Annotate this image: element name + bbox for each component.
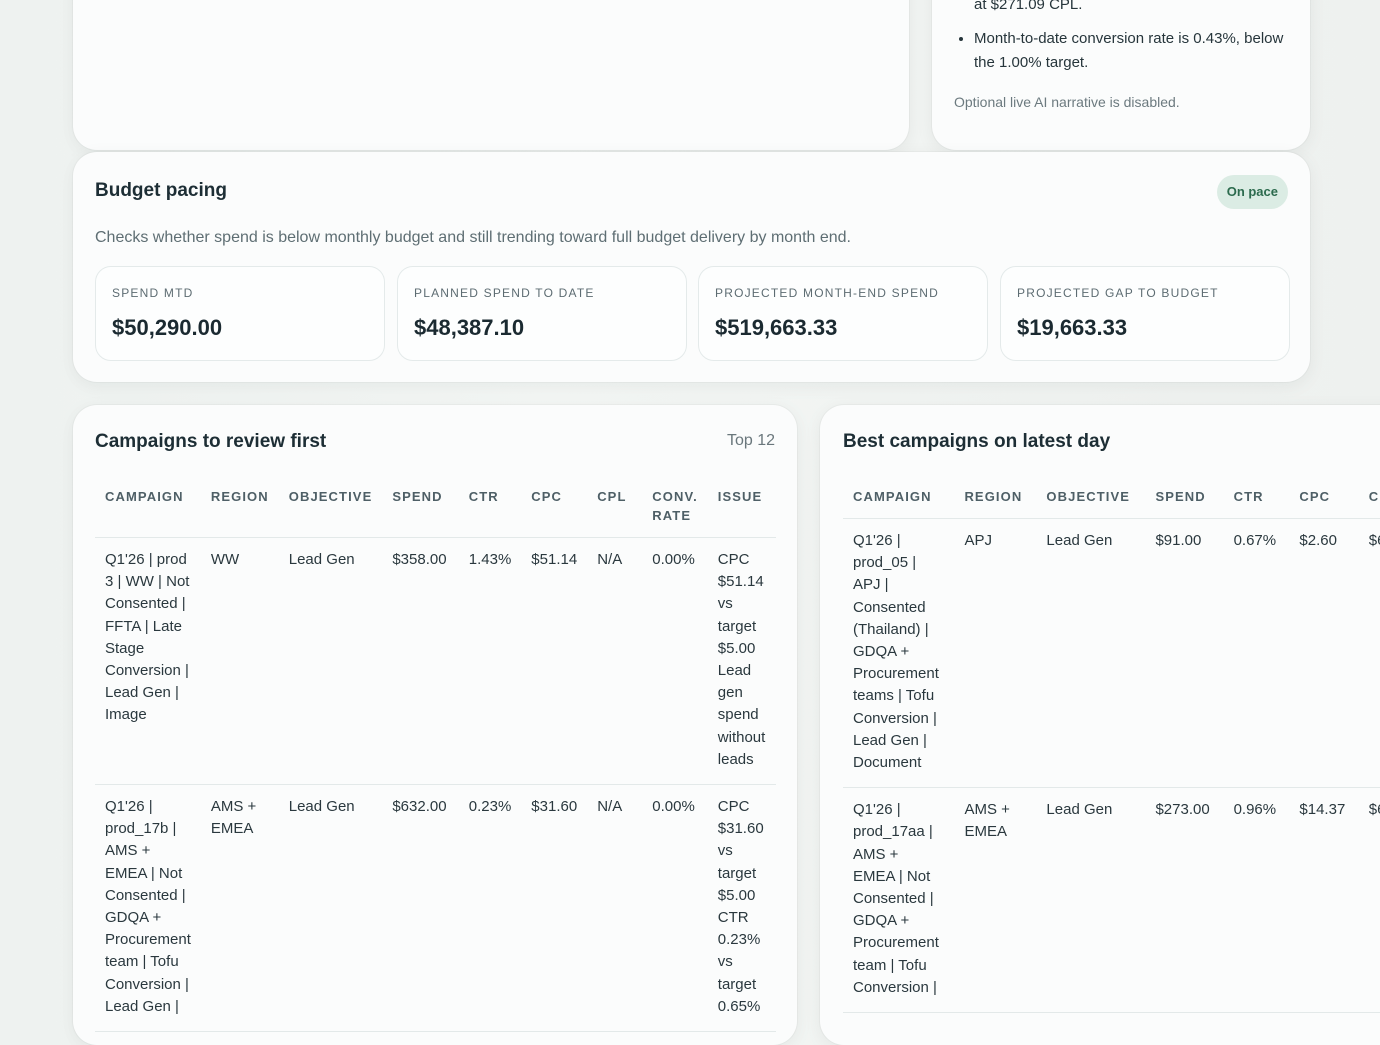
table-row[interactable]: Q1'26 | prod_17aa | AMS + EMEA | Not Con… [843, 787, 1380, 1014]
cell-conv-rate: 0.00% [642, 537, 708, 786]
metric-value: $19,663.33 [1017, 315, 1128, 340]
column-header[interactable]: SPEND [382, 477, 459, 538]
cell-objective: Lead Gen [278, 537, 383, 786]
cell-objective: Lead Gen [278, 784, 383, 1033]
metric-label: PROJECTED MONTH-END SPEND [715, 286, 940, 300]
insights-card: at $271.09 CPL. Month-to-date conversion… [932, 0, 1310, 150]
best-campaigns-title: Best campaigns on latest day [843, 431, 1111, 452]
column-header[interactable]: CTR [458, 477, 522, 538]
column-header[interactable]: CTR [1223, 477, 1290, 519]
cell-cpc: $14.37 [1289, 787, 1359, 1014]
review-campaigns-title: Campaigns to review first [95, 431, 327, 452]
metric-planned-spend: PLANNED SPEND TO DATE $48,387.10 [397, 266, 687, 361]
column-header[interactable]: CPL [1358, 477, 1380, 519]
insight-bullet: Month-to-date conversion rate is 0.43%, … [974, 27, 1294, 75]
table-row[interactable]: Q1'26 | prod_17b | AMS + EMEA | Not Cons… [95, 784, 776, 1033]
cell-spend: $358.00 [382, 537, 459, 786]
column-header[interactable]: REGION [200, 477, 279, 538]
metric-spend-mtd: SPEND MTD $50,290.00 [95, 266, 385, 361]
column-header[interactable]: SPEND [1145, 477, 1224, 519]
metric-label: SPEND MTD [112, 286, 194, 300]
cell-cpc: $31.60 [521, 784, 588, 1033]
table-header-row: CAMPAIGN REGION OBJECTIVE SPEND CTR CPC … [843, 477, 1380, 519]
cell-spend: $632.00 [382, 784, 459, 1033]
cell-region: AMS + EMEA [954, 787, 1037, 1014]
cell-campaign: Q1'26 | prod_05 | APJ | Consented (Thail… [843, 518, 955, 789]
table-header-row: CAMPAIGN REGION OBJECTIVE SPEND CTR CPC … [95, 477, 776, 538]
cell-objective: Lead Gen [1036, 787, 1146, 1014]
column-header[interactable]: REGION [954, 477, 1037, 519]
cell-objective: Lead Gen [1036, 518, 1146, 789]
column-header[interactable]: OBJECTIVE [1036, 477, 1146, 519]
metric-projected-gap: PROJECTED GAP TO BUDGET $19,663.33 [1000, 266, 1290, 361]
top-count-label: Top 12 [726, 432, 775, 449]
cell-campaign: Q1'26 | prod_17b | AMS + EMEA | Not Cons… [95, 784, 201, 1033]
cell-cpc: $51.14 [521, 537, 588, 786]
cell-cpl: $68.25 [1358, 787, 1380, 1014]
review-campaigns-table: CAMPAIGN REGION OBJECTIVE SPEND CTR CPC … [95, 477, 776, 1033]
cell-region: AMS + EMEA [200, 784, 279, 1033]
metric-value: $50,290.00 [112, 315, 223, 340]
column-header[interactable]: CPL [587, 477, 643, 538]
chart-card [73, 0, 909, 150]
cell-region: APJ [954, 518, 1037, 789]
review-campaigns-card: Campaigns to review first Top 12 CAMPAIG… [73, 405, 797, 1045]
column-header[interactable]: CPC [521, 477, 588, 538]
status-badge: On pace [1216, 175, 1288, 209]
column-header[interactable]: CONV. RATE [642, 477, 708, 538]
best-campaigns-card: Best campaigns on latest day CAMPAIGN RE… [820, 405, 1380, 1045]
cell-cpl: N/A [587, 784, 643, 1033]
cell-campaign: Q1'26 | prod 3 | WW | Not Consented | FF… [95, 537, 201, 786]
budget-pacing-title: Budget pacing [95, 180, 227, 201]
cell-cpc: $2.60 [1289, 518, 1359, 789]
cell-issue: CPC $31.60 vs target $5.00 CTR 0.23% vs … [707, 784, 776, 1033]
metric-projected-spend: PROJECTED MONTH-END SPEND $519,663.33 [698, 266, 988, 361]
cell-ctr: 0.23% [458, 784, 522, 1033]
column-header[interactable]: OBJECTIVE [278, 477, 383, 538]
column-header[interactable]: CAMPAIGN [95, 477, 201, 538]
cell-ctr: 1.43% [458, 537, 522, 786]
cell-ctr: 0.67% [1223, 518, 1290, 789]
metric-value: $519,663.33 [715, 315, 838, 340]
column-header[interactable]: ISSUE [707, 477, 776, 538]
cell-campaign: Q1'26 | prod_17aa | AMS + EMEA | Not Con… [843, 787, 955, 1014]
cell-issue: CPC $51.14 vs target $5.00 Lead gen spen… [707, 537, 776, 786]
budget-pacing-card: Budget pacing On pace Checks whether spe… [73, 152, 1310, 382]
column-header[interactable]: CPC [1289, 477, 1359, 519]
cell-spend: $91.00 [1145, 518, 1224, 789]
insight-bullet-continued: at $271.09 CPL. [974, 0, 1083, 13]
metric-label: PROJECTED GAP TO BUDGET [1017, 286, 1219, 300]
ai-narrative-note: Optional live AI narrative is disabled. [954, 94, 1180, 110]
cell-cpl: $6.07 [1358, 518, 1380, 789]
metric-label: PLANNED SPEND TO DATE [414, 286, 595, 300]
cell-conv-rate: 0.00% [642, 784, 708, 1033]
cell-ctr: 0.96% [1223, 787, 1290, 1014]
table-row[interactable]: Q1'26 | prod 3 | WW | Not Consented | FF… [95, 537, 776, 786]
budget-pacing-description: Checks whether spend is below monthly bu… [95, 229, 851, 246]
column-header[interactable]: CAMPAIGN [843, 477, 955, 519]
table-row[interactable]: Q1'26 | prod_05 | APJ | Consented (Thail… [843, 518, 1380, 789]
best-campaigns-table: CAMPAIGN REGION OBJECTIVE SPEND CTR CPC … [843, 477, 1380, 1014]
metric-value: $48,387.10 [414, 315, 525, 340]
cell-spend: $273.00 [1145, 787, 1224, 1014]
cell-region: WW [200, 537, 279, 786]
cell-cpl: N/A [587, 537, 643, 786]
